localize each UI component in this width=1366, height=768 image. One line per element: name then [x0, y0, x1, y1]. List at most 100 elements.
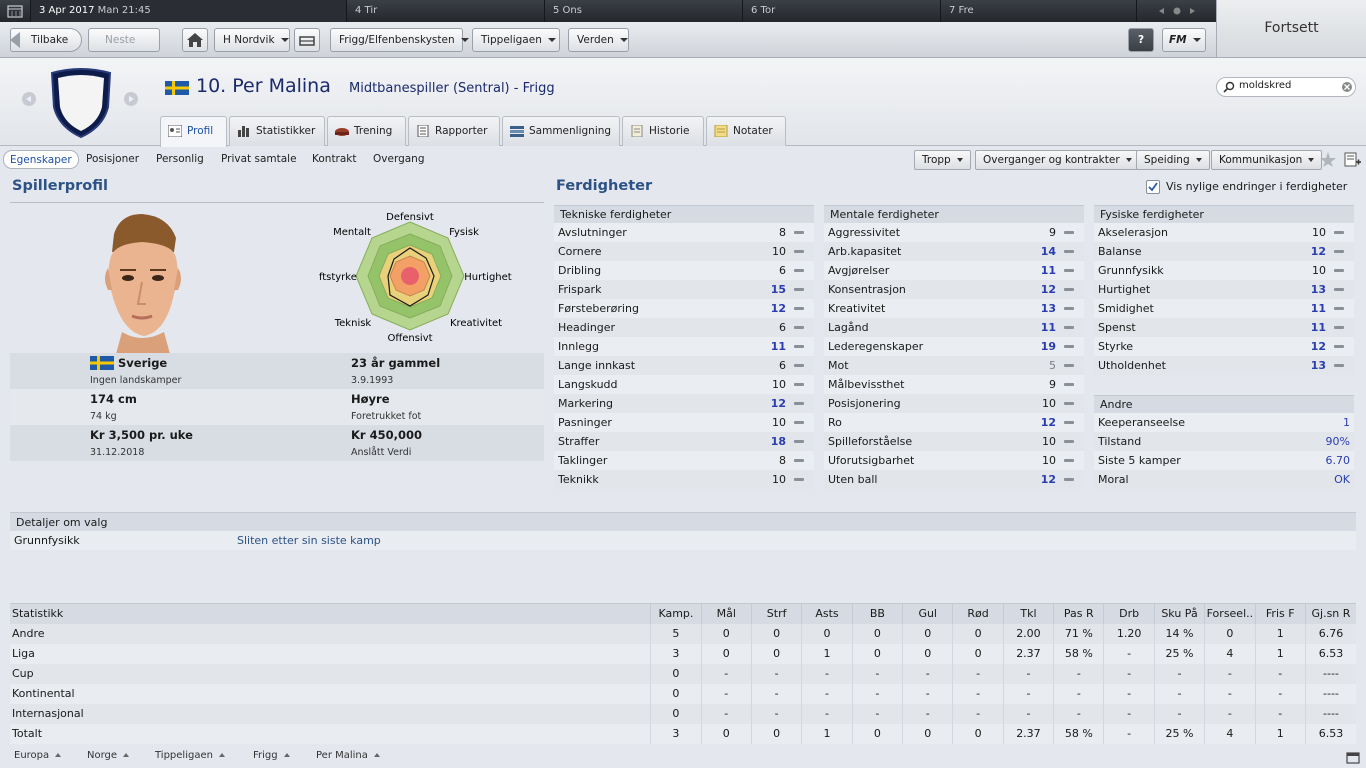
- attribute-row[interactable]: Spenst 11: [1094, 318, 1354, 337]
- attribute-row[interactable]: Moral OK: [1094, 470, 1354, 489]
- attribute-row[interactable]: Smidighet 11: [1094, 299, 1354, 318]
- attribute-row[interactable]: Konsentrasjon 12: [824, 280, 1084, 299]
- attribute-row[interactable]: Pasninger 10: [554, 413, 814, 432]
- attribute-row[interactable]: Spilleforståelse 10: [824, 432, 1084, 451]
- inbox-button[interactable]: [294, 28, 320, 52]
- breadcrumb-item[interactable]: Tippeligaen: [155, 750, 225, 761]
- attribute-row[interactable]: Straffer 18: [554, 432, 814, 451]
- calendar-day[interactable]: 5 Ons: [544, 0, 742, 22]
- window-resize-icon[interactable]: [1346, 752, 1360, 764]
- squad-dropdown[interactable]: Tropp: [914, 150, 971, 170]
- tab-training[interactable]: Trening: [327, 116, 406, 146]
- column-header[interactable]: Fris F: [1254, 603, 1306, 624]
- attribute-row[interactable]: Posisjonering 10: [824, 394, 1084, 413]
- subtab-contract[interactable]: Kontrakt: [306, 150, 363, 169]
- add-note-icon[interactable]: [1344, 152, 1362, 168]
- attribute-row[interactable]: Lange innkast 6: [554, 356, 814, 375]
- fm-menu-button[interactable]: FM: [1162, 28, 1206, 52]
- attribute-row[interactable]: Avslutninger 8: [554, 223, 814, 242]
- table-row[interactable]: Andre 5 0 0 0 0 0 0 2.00 71 % 1.20 14 % 0 1 6.76: [10, 623, 1356, 644]
- club-dropdown[interactable]: H Nordvik: [214, 28, 290, 52]
- attribute-row[interactable]: Førsteberøring 12: [554, 299, 814, 318]
- today-icon[interactable]: [1173, 7, 1181, 15]
- breadcrumb-item[interactable]: Frigg: [253, 750, 290, 761]
- subtab-transfer[interactable]: Overgang: [367, 150, 431, 169]
- show-changes-checkbox[interactable]: [1146, 180, 1160, 194]
- clear-search-icon[interactable]: [1341, 81, 1353, 93]
- subtab-attributes[interactable]: Egenskaper: [3, 150, 79, 169]
- search-box[interactable]: moldskred: [1216, 77, 1356, 97]
- attribute-row[interactable]: Taklinger 8: [554, 451, 814, 470]
- attribute-row[interactable]: Innlegg 11: [554, 337, 814, 356]
- attribute-row[interactable]: Avgjørelser 11: [824, 261, 1084, 280]
- competition-dropdown[interactable]: Frigg/Elfenbenskysten: [330, 28, 469, 52]
- column-header[interactable]: Pas R: [1053, 603, 1104, 624]
- table-row[interactable]: Liga 3 0 0 1 0 0 0 2.37 58 % -25 % 4 1 6.53: [10, 643, 1356, 664]
- column-header[interactable]: Gj.sn R: [1304, 603, 1356, 624]
- scouting-dropdown[interactable]: Speiding: [1136, 150, 1210, 170]
- subtab-personal[interactable]: Personlig: [150, 150, 210, 169]
- next-day-icon[interactable]: [1190, 8, 1195, 14]
- next-player-button[interactable]: [124, 92, 138, 106]
- attribute-row[interactable]: Cornere 10: [554, 242, 814, 261]
- back-button[interactable]: Tilbake: [10, 28, 82, 52]
- attribute-row[interactable]: Kreativitet 13: [824, 299, 1084, 318]
- attribute-row[interactable]: Hurtighet 13: [1094, 280, 1354, 299]
- prev-player-button[interactable]: [22, 92, 36, 106]
- table-row[interactable]: Kontinental 0- - - - - - - - - - - - ----: [10, 683, 1356, 704]
- column-header[interactable]: Gul: [902, 603, 953, 624]
- tab-notes[interactable]: Notater: [706, 116, 786, 146]
- column-header[interactable]: Asts: [801, 603, 853, 624]
- attribute-row[interactable]: Uten ball 12: [824, 470, 1084, 489]
- breadcrumb-item[interactable]: Europa: [14, 750, 62, 761]
- attribute-row[interactable]: Styrke 12: [1094, 337, 1354, 356]
- subtab-positions[interactable]: Posisjoner: [80, 150, 145, 169]
- attribute-row[interactable]: Utholdenhet 13: [1094, 356, 1354, 375]
- calendar-day[interactable]: 6 Tor: [742, 0, 940, 22]
- table-row[interactable]: Totalt 3 0 0 1 0 0 0 2.37 58 % -25 % 4 1 6.53: [10, 723, 1356, 744]
- attribute-row[interactable]: Tilstand 90%: [1094, 432, 1354, 451]
- attribute-row[interactable]: Dribling 6: [554, 261, 814, 280]
- tab-history[interactable]: Historie: [622, 116, 704, 146]
- column-header[interactable]: Tkl: [1002, 603, 1054, 624]
- attribute-row[interactable]: Balanse 12: [1094, 242, 1354, 261]
- prev-day-icon[interactable]: [1159, 8, 1164, 14]
- attribute-row[interactable]: Uforutsigbarhet 10: [824, 451, 1084, 470]
- attribute-row[interactable]: Teknikk 10: [554, 470, 814, 489]
- continue-button[interactable]: Fortsett: [1216, 0, 1366, 58]
- subtab-private-chat[interactable]: Privat samtale: [215, 150, 303, 169]
- table-row[interactable]: Cup 0- - - - - - - - - - - - ----: [10, 663, 1356, 684]
- breadcrumb-item[interactable]: Norge: [87, 750, 130, 761]
- column-header[interactable]: BB: [851, 603, 903, 624]
- attribute-row[interactable]: Arb.kapasitet 14: [824, 242, 1084, 261]
- world-dropdown[interactable]: Verden: [568, 28, 629, 52]
- league-dropdown[interactable]: Tippeligaen: [472, 28, 560, 52]
- attribute-row[interactable]: Siste 5 kamper 6.70: [1094, 451, 1354, 470]
- calendar-day[interactable]: 4 Tir: [346, 0, 544, 22]
- star-icon[interactable]: [1319, 151, 1337, 168]
- column-header[interactable]: Mål: [700, 603, 752, 624]
- attribute-row[interactable]: Langskudd 10: [554, 375, 814, 394]
- attribute-row[interactable]: Ro 12: [824, 413, 1084, 432]
- column-header[interactable]: Strf: [750, 603, 802, 624]
- transfers-contracts-dropdown[interactable]: Overganger og kontrakter: [975, 150, 1140, 170]
- column-header[interactable]: Kamp.: [650, 603, 702, 624]
- home-button[interactable]: [182, 28, 208, 52]
- table-row[interactable]: Internasjonal 0- - - - - - - - - - - - ----: [10, 703, 1356, 724]
- tab-reports[interactable]: Rapporter: [408, 116, 500, 146]
- communication-dropdown[interactable]: Kommunikasjon: [1211, 150, 1323, 170]
- breadcrumb-item[interactable]: Per Malina: [316, 750, 380, 761]
- next-button[interactable]: Neste: [88, 28, 160, 52]
- attribute-row[interactable]: Keeperanseelse 1: [1094, 413, 1354, 432]
- attribute-row[interactable]: Lagånd 11: [824, 318, 1084, 337]
- attribute-row[interactable]: Lederegenskaper 19: [824, 337, 1084, 356]
- details-value[interactable]: Sliten etter sin siste kamp: [237, 531, 381, 550]
- attribute-row[interactable]: Grunnfysikk 10: [1094, 261, 1354, 280]
- column-header[interactable]: Rød: [952, 603, 1004, 624]
- attribute-row[interactable]: Målbevissthet 9: [824, 375, 1084, 394]
- nationality[interactable]: Sverige: [118, 356, 167, 370]
- column-header[interactable]: Statistikk: [10, 603, 651, 624]
- attribute-row[interactable]: Frispark 15: [554, 280, 814, 299]
- attribute-row[interactable]: Akselerasjon 10: [1094, 223, 1354, 242]
- attribute-row[interactable]: Mot 5: [824, 356, 1084, 375]
